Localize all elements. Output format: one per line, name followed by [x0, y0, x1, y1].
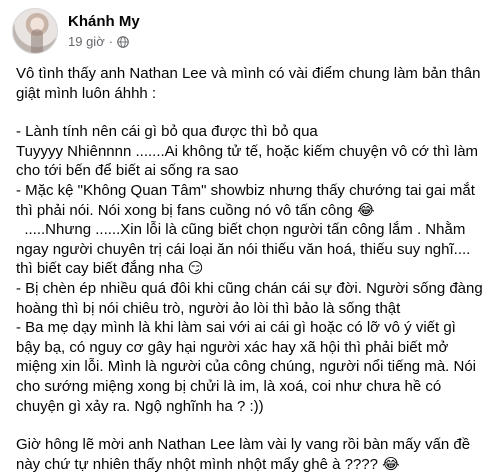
globe-icon[interactable]: [117, 35, 129, 48]
post-paragraph-intro: Vô tình thấy anh Nathan Lee và mình có v…: [16, 65, 485, 102]
post-header: Khánh My 19 giờ ·: [12, 6, 140, 56]
post-time[interactable]: 19 giờ: [68, 33, 105, 50]
facebook-post: Khánh My 19 giờ · Vô tình thấy anh Natha…: [0, 0, 496, 473]
post-paragraph-list: - Lành tính nên cái gì bỏ qua được thì b…: [16, 123, 483, 415]
post-meta: Khánh My 19 giờ ·: [68, 12, 140, 50]
post-paragraph-closing: Giờ hông lẽ mời anh Nathan Lee làm vài l…: [16, 436, 475, 473]
author-name[interactable]: Khánh My: [68, 12, 140, 31]
post-subline: 19 giờ ·: [68, 33, 140, 50]
avatar[interactable]: [12, 8, 58, 54]
separator-dot: ·: [108, 34, 114, 49]
post-body: Vô tình thấy anh Nathan Lee và mình có v…: [16, 64, 484, 474]
